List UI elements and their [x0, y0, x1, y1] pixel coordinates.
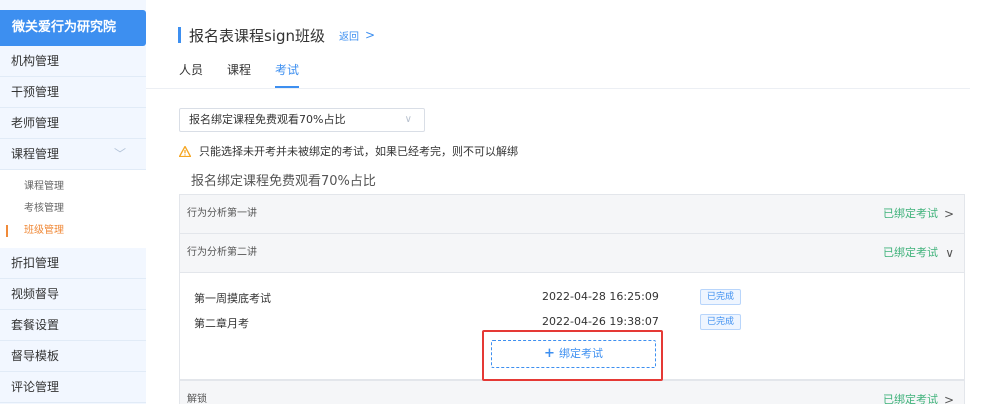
sidebar-item-label: 视频督导 — [11, 287, 60, 301]
sidebar-subitem-assessment[interactable]: 考核管理 — [0, 198, 146, 220]
lesson-title: 行为分析第二讲 — [187, 247, 257, 258]
bind-exam-label: 绑定考试 — [558, 347, 603, 360]
exam-row: 第一周摸底考试 2022-04-28 16:25:09 已完成 — [194, 289, 954, 308]
exam-row: 第二章月考 2022-04-26 19:38:07 已完成 — [194, 314, 954, 333]
sidebar-item-org[interactable]: 机构管理 — [0, 46, 146, 77]
sidebar-submenu: 课程管理 考核管理 班级管理 — [0, 170, 146, 248]
sidebar-subitem-class[interactable]: 班级管理 — [0, 220, 146, 242]
tab-exams[interactable]: 考试 — [275, 60, 300, 88]
brand-title: 微关爱行为研究院 — [0, 10, 146, 46]
sidebar-item-label: 督导模板 — [11, 349, 60, 363]
tab-courses[interactable]: 课程 — [227, 60, 251, 88]
sidebar-item-label: 干预管理 — [11, 85, 60, 99]
warning-text: 只能选择未开考并未被绑定的考试，如果已经考完，则不可以解绑 — [199, 145, 518, 158]
tab-bar: 人员 课程 考试 — [179, 60, 323, 88]
sidebar-item-template[interactable]: 督导模板 — [0, 341, 146, 372]
exam-time: 2022-04-26 19:38:07 — [542, 315, 659, 328]
plus-icon: + — [544, 346, 555, 361]
exam-name: 第二章月考 — [194, 317, 249, 330]
lesson-panel-body: 第一周摸底考试 2022-04-28 16:25:09 已完成 第二章月考 20… — [180, 272, 964, 379]
sidebar-item-discount[interactable]: 折扣管理 — [0, 248, 146, 279]
status-badge: 已完成 — [700, 289, 742, 305]
sidebar-item-comment[interactable]: 评论管理 — [0, 372, 146, 403]
sidebar-item-package[interactable]: 套餐设置 — [0, 310, 146, 341]
sidebar-item-label: 老师管理 — [11, 116, 60, 130]
sidebar-item-label: 评论管理 — [11, 380, 60, 394]
chevron-down-icon: ﹀ — [113, 147, 126, 161]
tab-members[interactable]: 人员 — [179, 60, 203, 88]
tab-divider — [146, 88, 970, 89]
status-badge: 已完成 — [700, 314, 742, 330]
sidebar: 微关爱行为研究院 机构管理 干预管理 老师管理 课程管理 ﹀ 课程管理 考核管理… — [0, 0, 146, 404]
bind-exam-button[interactable]: + 绑定考试 — [491, 340, 656, 368]
chevron-right-icon[interactable]: > — [365, 28, 375, 42]
sidebar-item-teacher[interactable]: 老师管理 — [0, 108, 146, 139]
lesson-panel: 解锁 已绑定考试 > — [179, 380, 965, 404]
course-select-value: 报名绑定课程免费观看70%占比 — [189, 113, 346, 126]
title-accent-bar — [178, 27, 181, 43]
lesson-panel: 行为分析第一讲 已绑定考试 > — [179, 194, 965, 234]
lesson-title: 行为分析第一讲 — [187, 208, 257, 219]
bound-status: 已绑定考试 — [883, 207, 938, 220]
sidebar-item-intervention[interactable]: 干预管理 — [0, 77, 146, 108]
sidebar-item-label: 折扣管理 — [11, 256, 60, 270]
chevron-right-icon[interactable]: > — [944, 195, 954, 233]
page-header: 报名表课程sign班级 返回 > — [178, 26, 375, 45]
course-select[interactable]: 报名绑定课程免费观看70%占比 ∨ — [179, 108, 425, 132]
exam-time: 2022-04-28 16:25:09 — [542, 290, 659, 303]
chevron-down-icon: ∨ — [404, 114, 412, 125]
sidebar-item-label: 课程管理 — [11, 147, 60, 161]
sidebar-nav: 机构管理 干预管理 老师管理 课程管理 ﹀ 课程管理 考核管理 班级管理 折扣管… — [0, 46, 146, 403]
exam-name: 第一周摸底考试 — [194, 292, 271, 305]
warning-icon — [179, 145, 191, 157]
lesson-panel-header[interactable]: 行为分析第一讲 已绑定考试 > — [180, 195, 964, 233]
lesson-panel-header[interactable]: 行为分析第二讲 已绑定考试 ∨ — [180, 234, 964, 272]
page-title: 报名表课程sign班级 — [189, 26, 326, 45]
lesson-title: 解锁 — [187, 394, 207, 404]
sidebar-item-course[interactable]: 课程管理 ﹀ — [0, 139, 146, 170]
sidebar-item-video-supervision[interactable]: 视频督导 — [0, 279, 146, 310]
section-subtitle: 报名绑定课程免费观看70%占比 — [191, 174, 376, 189]
warning-notice: 只能选择未开考并未被绑定的考试，如果已经考完，则不可以解绑 — [179, 143, 518, 159]
lesson-panel: 行为分析第二讲 已绑定考试 ∨ 第一周摸底考试 2022-04-28 16:25… — [179, 233, 965, 380]
back-link[interactable]: 返回 — [339, 28, 359, 43]
sidebar-item-label: 机构管理 — [11, 54, 60, 68]
lesson-panel-header[interactable]: 解锁 已绑定考试 > — [180, 381, 964, 404]
chevron-right-icon[interactable]: > — [944, 381, 954, 404]
bound-status: 已绑定考试 — [883, 393, 938, 404]
chevron-down-icon[interactable]: ∨ — [945, 234, 954, 272]
sidebar-item-label: 套餐设置 — [11, 318, 60, 332]
bound-status: 已绑定考试 — [883, 246, 938, 259]
sidebar-subitem-course[interactable]: 课程管理 — [0, 176, 146, 198]
main-content: 报名表课程sign班级 返回 > 人员 课程 考试 报名绑定课程免费观看70%占… — [146, 0, 1000, 404]
